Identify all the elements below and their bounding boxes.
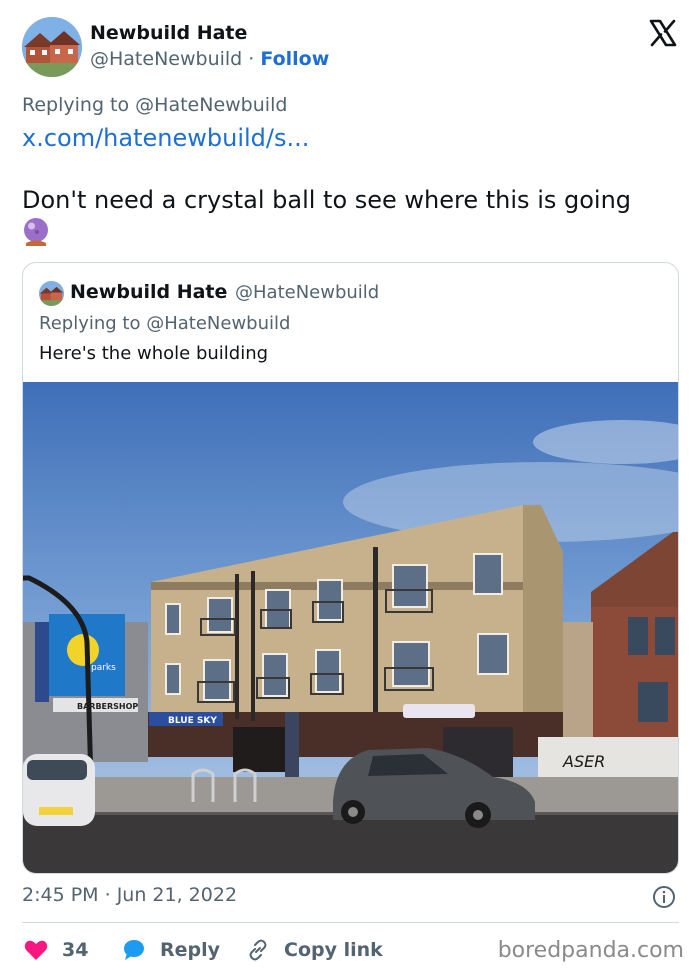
reply-bubble-icon [124, 940, 144, 960]
graffiti-text: ASER [562, 752, 605, 771]
shop-sign-text: BLUE SKY [168, 716, 217, 726]
quoted-author-avatar[interactable] [39, 281, 64, 306]
tweet-timestamp[interactable]: 2:45 PM · Jun 21, 2022 [22, 884, 237, 906]
separator-dot: · [248, 48, 255, 70]
heart-icon [24, 940, 48, 960]
quoted-text: Here's the whole building [39, 343, 269, 364]
replying-to-line: Replying to @HateNewbuild [22, 94, 287, 116]
like-count: 34 [62, 939, 89, 961]
copy-link-button[interactable]: Copy link [246, 937, 383, 963]
quoted-replying-handle: @HateNewbuild [146, 313, 291, 334]
building-photo[interactable]: BLUE SKY parks BARBERSHOP ASER [23, 382, 678, 873]
crystal-ball-icon [24, 218, 48, 246]
quoted-author-handle: @HateNewbuild [235, 282, 380, 303]
author-handle-row: @HateNewbuild · Follow [90, 48, 329, 70]
barbershop-sign-text: BARBERSHOP [77, 702, 138, 711]
x-logo-icon[interactable] [648, 18, 678, 48]
separator-dot: · [104, 884, 111, 906]
replying-prefix: Replying to [22, 94, 130, 116]
tweet-date: Jun 21, 2022 [116, 884, 238, 906]
tweet-text-content: Don't need a crystal ball to see where t… [22, 186, 632, 214]
quoted-tweet-card[interactable]: Newbuild Hate @HateNewbuild Replying to … [22, 262, 679, 874]
quoted-replying-prefix: Replying to [39, 313, 141, 334]
author-avatar[interactable] [22, 17, 82, 77]
tweet-link[interactable]: x.com/hatenewbuild/s... [22, 124, 309, 152]
author-name[interactable]: Newbuild Hate [90, 22, 247, 44]
divider [22, 922, 679, 923]
house-avatar-icon [39, 281, 64, 306]
like-button[interactable]: 34 [24, 937, 88, 963]
house-avatar-icon [22, 17, 82, 77]
reply-button[interactable]: Reply [122, 937, 220, 963]
parks-sign-text: parks [91, 663, 116, 673]
boredpanda-watermark: boredpanda.com [497, 938, 684, 963]
tweet-time: 2:45 PM [22, 884, 99, 906]
link-icon [249, 939, 267, 961]
copy-link-label: Copy link [284, 939, 383, 961]
author-handle[interactable]: @HateNewbuild [90, 48, 242, 70]
reply-label: Reply [160, 939, 221, 961]
quoted-author-name: Newbuild Hate [70, 281, 228, 303]
quoted-replying-line: Replying to @HateNewbuild [39, 313, 290, 334]
replying-to-handle[interactable]: @HateNewbuild [135, 94, 287, 116]
info-icon[interactable] [652, 885, 676, 909]
follow-button[interactable]: Follow [260, 48, 329, 70]
tweet-text: Don't need a crystal ball to see where t… [22, 185, 682, 254]
